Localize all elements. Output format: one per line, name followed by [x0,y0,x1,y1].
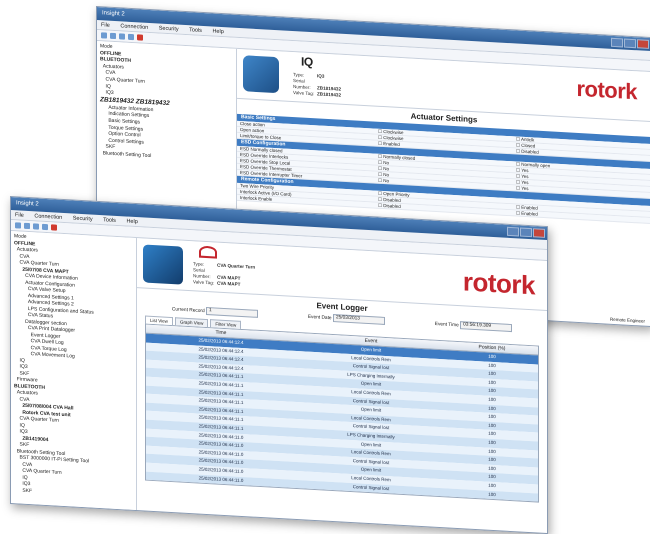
menu-security[interactable]: Security [73,216,93,223]
refresh-icon[interactable] [128,33,134,41]
save-icon[interactable] [24,222,30,230]
open-icon[interactable] [15,222,21,229]
event-logger-window: Insight 2 File Connection Security Tools… [10,196,548,534]
current-record-label: Current Record [171,307,205,315]
menu-tools[interactable]: Tools [189,27,202,34]
close-button[interactable] [637,39,649,49]
print-icon[interactable] [33,223,39,230]
navigation-tree[interactable]: Mode OFFLINE Actuators CVA CVA Quarter Tu… [11,231,137,511]
menu-connection[interactable]: Connection [34,213,62,221]
rotork-logo: rotork [576,75,637,105]
cva-logo-icon [199,245,217,259]
menu-help[interactable]: Help [212,29,223,36]
menu-tools[interactable]: Tools [103,217,116,224]
delete-icon[interactable] [137,34,143,41]
main-panel: Type: CVA Quarter Turn Serial Number: CVA … [137,238,547,533]
menu-file[interactable]: File [15,212,24,218]
device-info: Type: IQ3 Serial Number: ZB1819432 Valve T… [293,72,342,98]
delete-icon[interactable] [51,224,57,231]
refresh-icon[interactable] [42,223,48,231]
actuator-image [143,244,183,285]
device-info: Type: CVA Quarter Turn Serial Number: CVA … [193,261,256,287]
print-icon[interactable] [119,33,125,40]
table-body: 25/02/2013 06:44:12.4 Open limit 100 25/02/… [146,333,538,502]
maximize-button[interactable] [624,38,636,49]
event-date-label: Event Date [307,314,332,322]
minimize-button[interactable] [507,226,519,237]
menu-connection[interactable]: Connection [120,23,148,31]
actuator-image [243,55,279,94]
open-icon[interactable] [101,32,107,39]
menu-file[interactable]: File [101,22,110,28]
tab-list-view[interactable]: List View [145,315,173,326]
minimize-button[interactable] [611,37,623,48]
window-title: Insight 2 [16,200,39,208]
event-time-field[interactable]: 03:56:19.309 [460,321,513,333]
event-table: Time Event Position (%) 25/02/2013 06:44… [145,323,539,503]
status-text: Remote Engineer [609,316,645,324]
current-record-field[interactable]: 1 [206,306,259,318]
rotork-logo: rotork [462,266,535,301]
event-time-label: Event Time [434,322,459,329]
window-title: Insight 2 [102,10,125,18]
event-date-field[interactable]: 25/03/2013 [332,314,385,325]
menu-security[interactable]: Security [159,26,179,33]
menu-help[interactable]: Help [126,219,137,226]
maximize-button[interactable] [520,227,532,238]
save-icon[interactable] [110,32,116,40]
close-button[interactable] [533,228,545,238]
iq-logo: IQ [301,54,313,70]
